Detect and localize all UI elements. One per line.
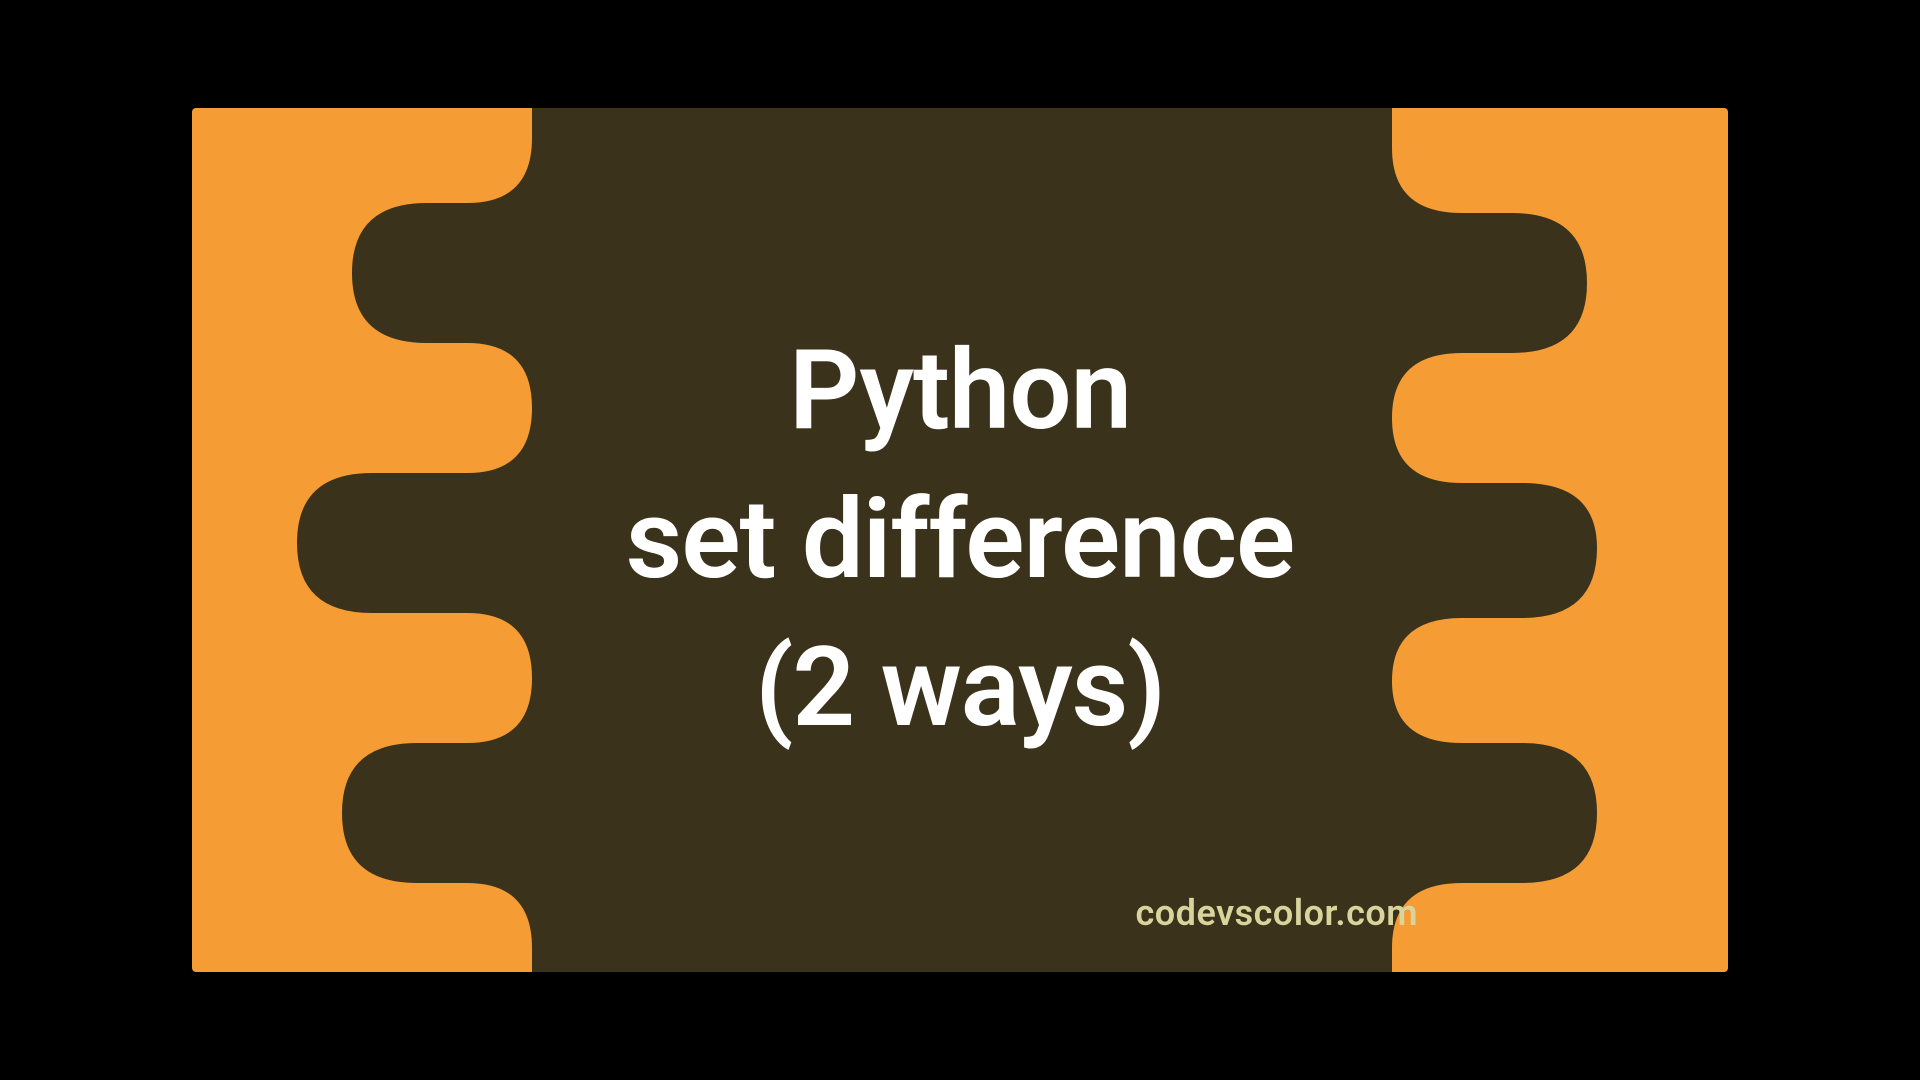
title-line-3: (2 ways): [626, 614, 1294, 763]
content-area: Python set difference (2 ways): [192, 108, 1728, 972]
banner-card: Python set difference (2 ways) codevscol…: [192, 108, 1728, 972]
watermark-text: codevscolor.com: [1136, 892, 1418, 934]
main-title: Python set difference (2 ways): [626, 317, 1294, 763]
title-line-1: Python: [626, 317, 1294, 466]
title-line-2: set difference: [626, 466, 1294, 615]
